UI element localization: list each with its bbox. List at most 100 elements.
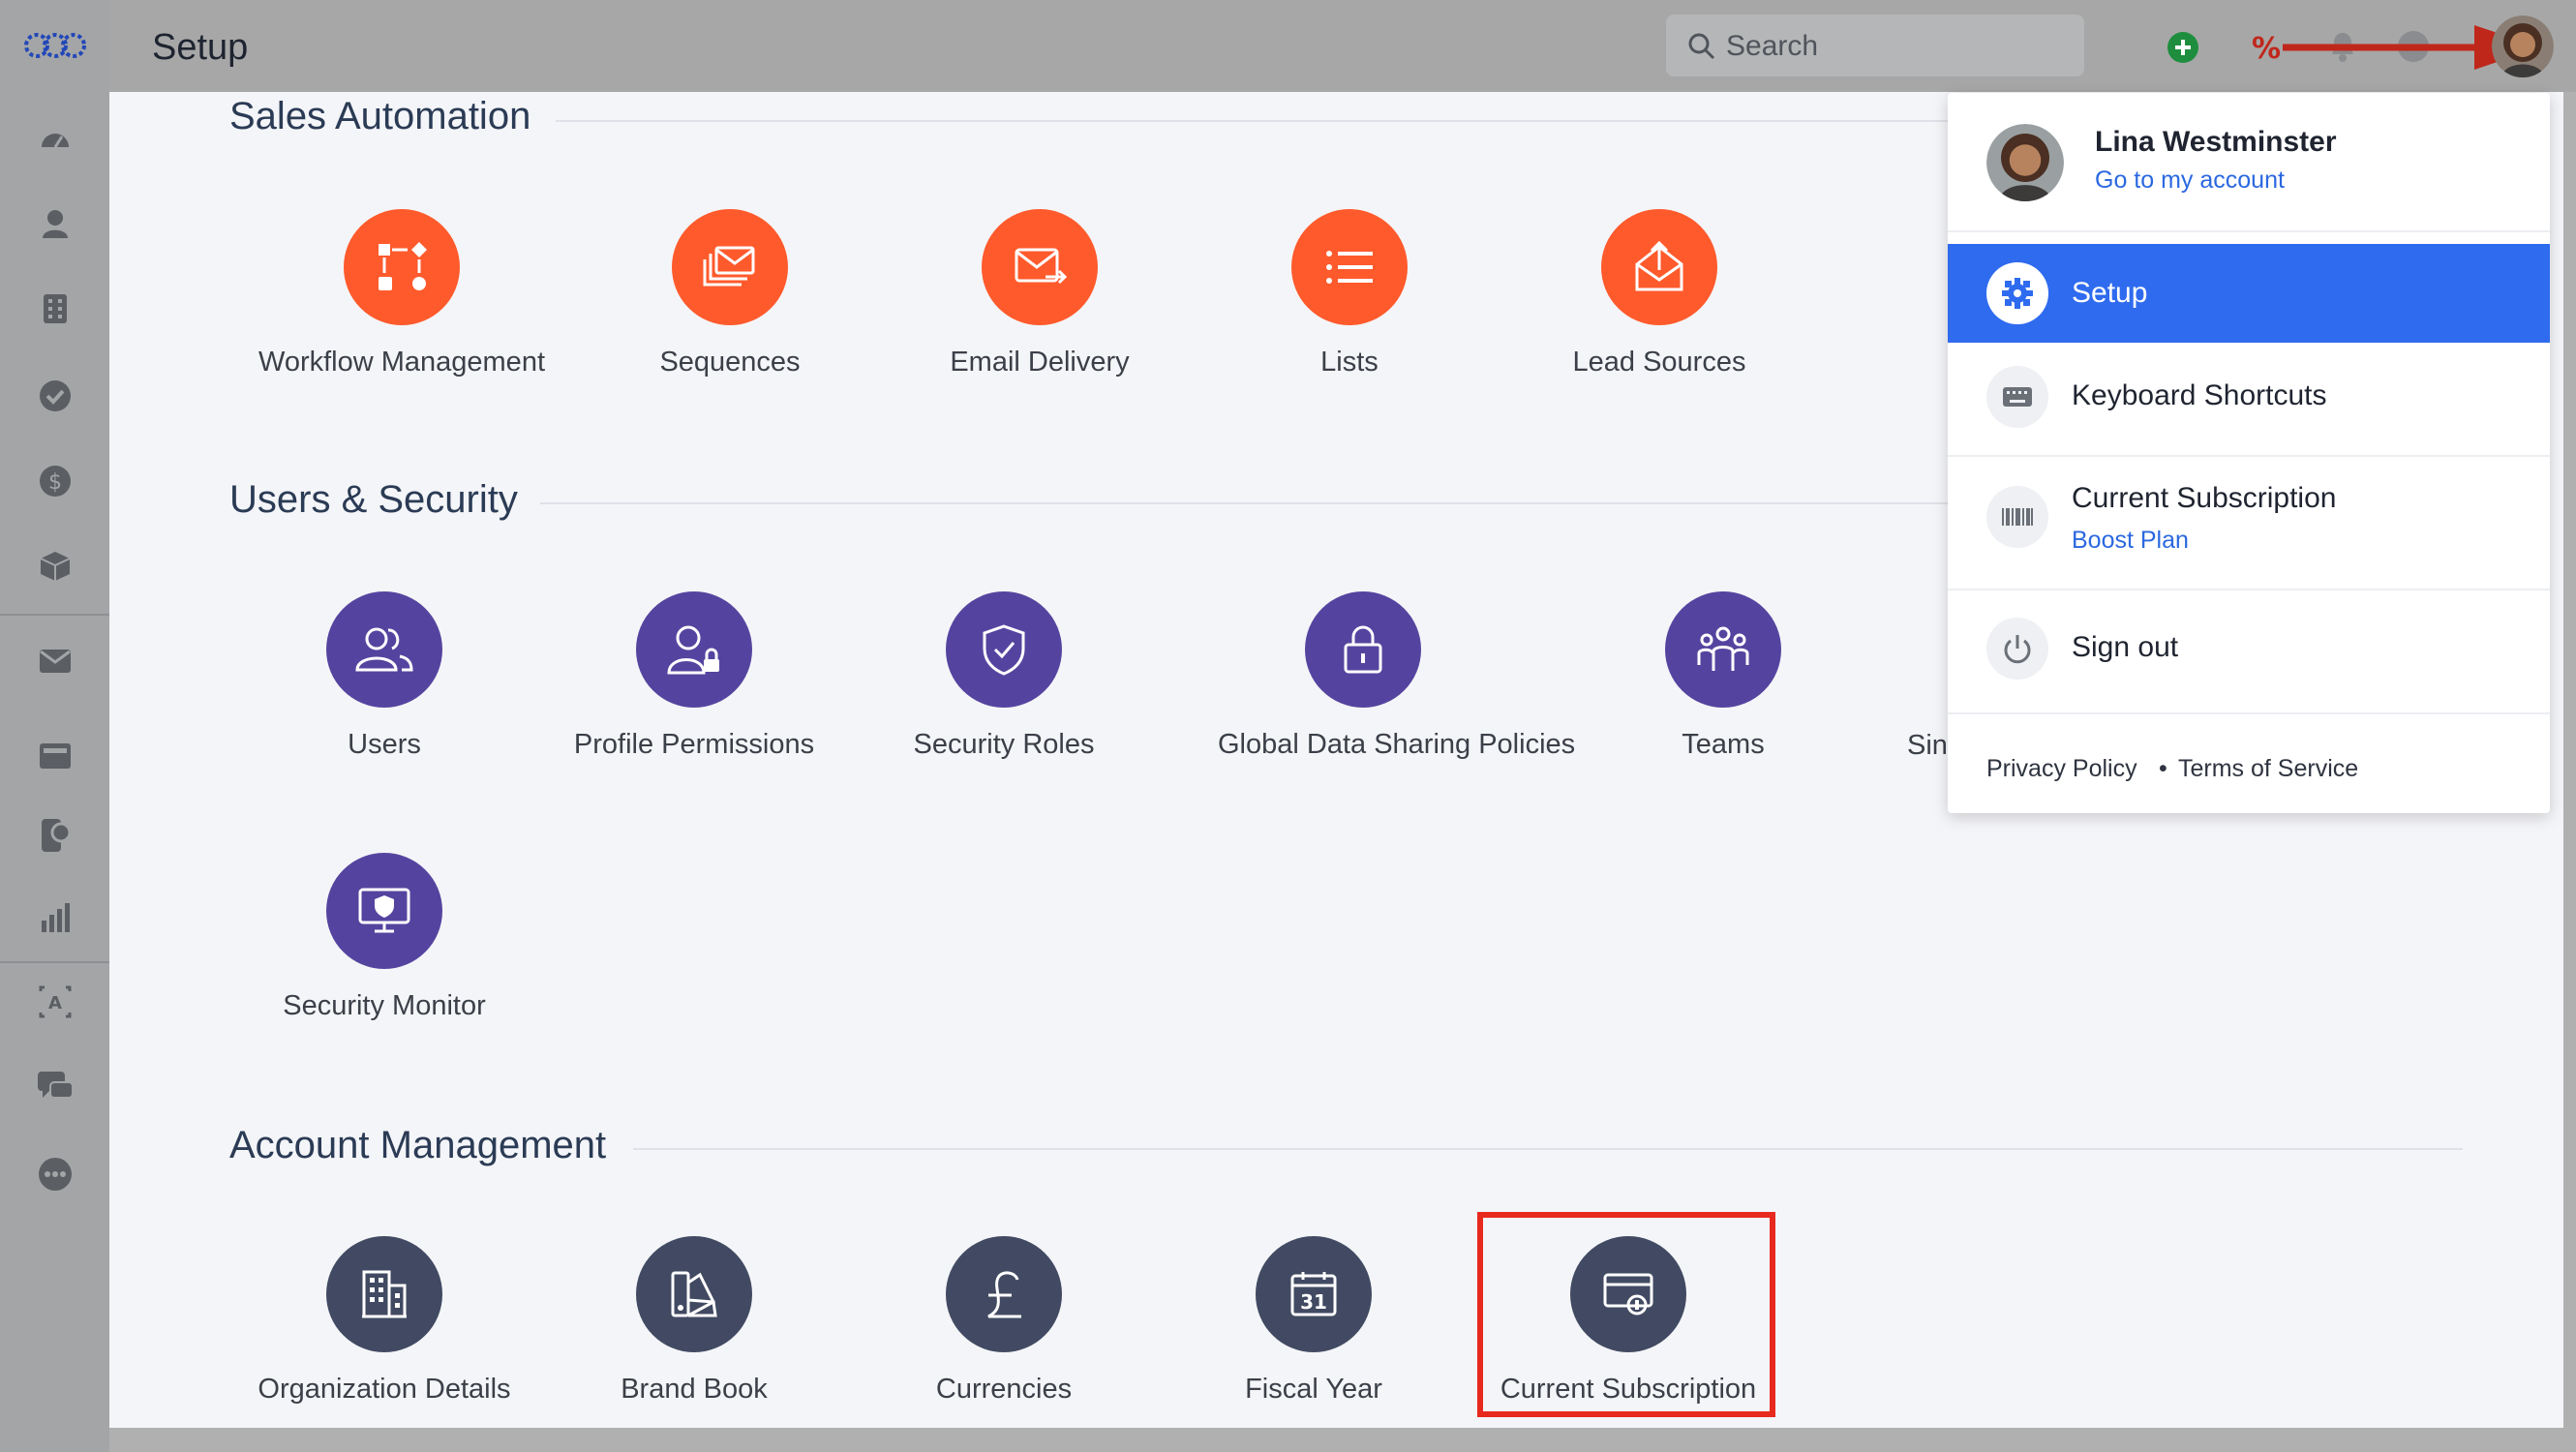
monitor-icon — [326, 853, 442, 969]
sidebar-divider — [0, 961, 109, 963]
product-box-icon[interactable] — [33, 544, 77, 589]
list-icon — [1291, 209, 1408, 325]
phone-chat-icon[interactable] — [33, 813, 77, 858]
user-avatar[interactable] — [2492, 15, 2554, 77]
gauge-icon[interactable] — [33, 116, 77, 161]
tile-label: Currencies — [935, 1374, 1073, 1405]
search-placeholder: Search — [1726, 30, 1819, 62]
menu-item-label: Current Subscription — [2072, 482, 2337, 514]
user-avatar — [1986, 124, 2064, 201]
profile-permissions-icon — [636, 591, 752, 708]
menu-item-current-subscription[interactable]: Current Subscription Boost Plan — [1948, 461, 2550, 587]
ai-assistant-icon[interactable]: A — [33, 980, 77, 1024]
subscription-plan-link[interactable]: Boost Plan — [2072, 527, 2189, 555]
dollar-icon[interactable]: $ — [33, 459, 77, 503]
setup-tile-security-roles[interactable]: Security Roles — [859, 591, 1149, 761]
setup-tile-global-data-sharing-policies[interactable]: Global Data Sharing Policies — [1218, 591, 1576, 761]
contact-icon[interactable] — [33, 201, 77, 246]
menu-divider — [1948, 230, 2550, 232]
teams-icon — [1665, 591, 1781, 708]
section-divider — [556, 120, 1950, 122]
tile-label: Teams — [1682, 729, 1765, 760]
tile-label: Email Delivery — [950, 347, 1130, 378]
menu-item-label: Sign out — [2072, 631, 2179, 663]
tile-label: Lead Sources — [1572, 347, 1746, 378]
privacy-policy-link[interactable]: Privacy Policy — [1986, 755, 2137, 783]
users-icon — [326, 591, 442, 708]
keyboard-icon — [1986, 366, 2048, 428]
search-input[interactable]: Search — [1666, 15, 2084, 76]
menu-item-setup[interactable]: Setup — [1948, 244, 2550, 343]
offers-icon[interactable]: % — [2247, 31, 2286, 66]
more-icon[interactable] — [33, 1152, 77, 1196]
setup-tile-workflow-management[interactable]: Workflow Management — [257, 209, 547, 378]
tile-label: Brand Book — [621, 1374, 768, 1405]
section-title-sales-automation: Sales Automation — [229, 95, 531, 137]
tile-label: Fiscal Year — [1245, 1374, 1382, 1405]
setup-tile-currencies[interactable]: Currencies — [859, 1236, 1149, 1406]
building-icon — [326, 1236, 442, 1352]
search-icon — [1688, 33, 1715, 60]
tile-label: Global Data Sharing Policies — [1218, 729, 1576, 760]
terms-of-service-link[interactable]: Terms of Service — [2178, 755, 2358, 783]
setup-tile-profile-permissions[interactable]: Profile Permissions — [549, 591, 839, 761]
calendar-day: 31 — [1300, 1290, 1327, 1314]
calendar-icon: 31 — [1256, 1236, 1372, 1352]
chat-icon[interactable] — [33, 1065, 77, 1109]
overlay-edge — [2563, 92, 2576, 1452]
setup-tile-security-monitor[interactable]: Security Monitor — [239, 853, 530, 1022]
setup-tile-organization-details[interactable]: Organization Details — [239, 1236, 530, 1406]
tile-label: Security Roles — [913, 729, 1095, 760]
tile-label: Security Monitor — [283, 990, 486, 1021]
setup-tile-brand-book[interactable]: Brand Book — [549, 1236, 839, 1406]
setup-tile-partial-label[interactable]: Sin — [1907, 730, 1948, 762]
barcode-icon — [1986, 486, 2048, 548]
setup-tile-users[interactable]: Users — [239, 591, 530, 761]
menu-item-label: Keyboard Shortcuts — [2072, 379, 2327, 411]
tile-label: Workflow Management — [258, 347, 546, 378]
check-circle-icon[interactable] — [33, 374, 77, 418]
brand-book-icon — [636, 1236, 752, 1352]
section-divider — [540, 502, 1950, 504]
footer-separator: • — [2159, 755, 2167, 782]
lead-sources-icon — [1601, 209, 1717, 325]
menu-divider — [1948, 712, 2550, 714]
app-logo-icon[interactable] — [23, 29, 87, 62]
quick-add-icon[interactable] — [2167, 31, 2199, 64]
workflow-icon — [344, 209, 460, 325]
gear-icon — [1986, 262, 2048, 324]
svg-text:A: A — [48, 993, 62, 1013]
building-icon[interactable] — [33, 287, 77, 331]
setup-tile-lists[interactable]: Lists — [1204, 209, 1495, 378]
shield-icon — [946, 591, 1062, 708]
menu-item-label: Setup — [2072, 277, 2148, 309]
menu-divider — [1948, 589, 2550, 590]
sidebar-divider — [0, 614, 109, 616]
overlay-edge — [109, 1428, 2576, 1452]
section-title-account-management: Account Management — [229, 1124, 607, 1166]
menu-item-sign-out[interactable]: Sign out — [1948, 596, 2550, 703]
setup-tile-sequences[interactable]: Sequences — [585, 209, 875, 378]
sequences-icon — [672, 209, 788, 325]
inbox-icon[interactable] — [33, 734, 77, 778]
power-icon — [1986, 618, 2048, 680]
lock-icon — [1305, 591, 1421, 708]
go-to-account-link[interactable]: Go to my account — [2095, 166, 2285, 195]
setup-tile-lead-sources[interactable]: Lead Sources — [1514, 209, 1804, 378]
page-title: Setup — [152, 27, 249, 68]
top-bar: Setup Search % — [109, 0, 2576, 92]
svg-text:%: % — [2252, 32, 2281, 66]
setup-tile-fiscal-year[interactable]: 31 Fiscal Year — [1168, 1236, 1459, 1406]
tile-label: Organization Details — [258, 1374, 511, 1405]
user-menu-dropdown: Lina Westminster Go to my account Setup … — [1948, 93, 2550, 813]
bar-chart-icon[interactable] — [33, 894, 77, 939]
menu-divider — [1948, 455, 2550, 457]
pound-icon — [946, 1236, 1062, 1352]
tile-label: Users — [348, 729, 421, 760]
menu-item-keyboard-shortcuts[interactable]: Keyboard Shortcuts — [1948, 352, 2550, 449]
left-sidebar: $ A — [0, 0, 109, 1452]
setup-tile-teams[interactable]: Teams — [1578, 591, 1868, 761]
mail-icon[interactable] — [33, 639, 77, 683]
section-divider — [633, 1148, 2463, 1150]
setup-tile-email-delivery[interactable]: Email Delivery — [894, 209, 1185, 378]
